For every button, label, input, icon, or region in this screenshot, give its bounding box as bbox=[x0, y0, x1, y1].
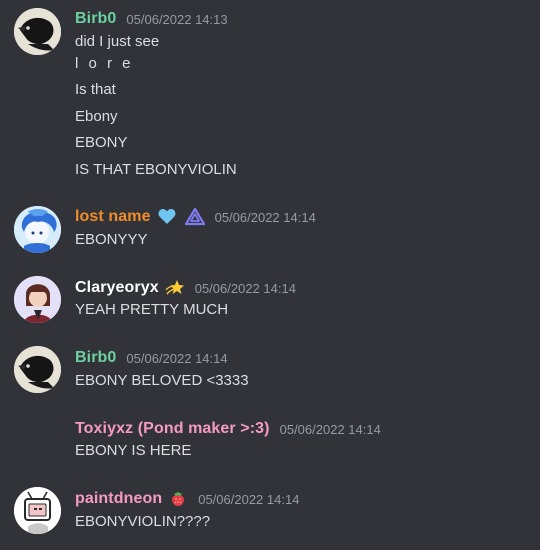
username[interactable]: Toxiyxz (Pond maker >:3) bbox=[75, 420, 270, 438]
dizzy-star-icon bbox=[165, 280, 184, 295]
strawberry-icon bbox=[172, 492, 185, 506]
triangle-icon bbox=[184, 207, 205, 226]
avatar[interactable] bbox=[14, 487, 61, 534]
username[interactable]: paintdneon bbox=[75, 490, 162, 508]
message-text: EBONY bbox=[75, 134, 128, 151]
message-text: EBONY BELOVED <3333 bbox=[75, 372, 249, 389]
avatar[interactable] bbox=[14, 276, 61, 323]
message-text: did I just see bbox=[75, 33, 160, 50]
message-text: EBONYYY bbox=[75, 231, 148, 248]
message-text: l o r e bbox=[75, 55, 134, 72]
username[interactable]: lost name bbox=[75, 208, 151, 226]
username[interactable]: Birb0 bbox=[75, 349, 116, 367]
avatar[interactable] bbox=[14, 206, 61, 253]
blue-heart-icon bbox=[158, 209, 176, 224]
timestamp: 05/06/2022 14:14 bbox=[126, 350, 228, 366]
avatar[interactable] bbox=[14, 8, 61, 55]
message-text: IS THAT EBONYVIOLIN bbox=[75, 161, 237, 178]
timestamp: 05/06/2022 14:14 bbox=[279, 421, 381, 437]
message-text: EBONY IS HERE bbox=[75, 442, 192, 459]
timestamp: 05/06/2022 14:14 bbox=[198, 491, 300, 507]
blue-hair-avatar-icon bbox=[14, 206, 61, 253]
crow-avatar-icon bbox=[14, 8, 61, 55]
message-text: YEAH PRETTY MUCH bbox=[75, 301, 229, 318]
timestamp: 05/06/2022 14:14 bbox=[214, 209, 316, 225]
username[interactable]: Birb0 bbox=[75, 10, 116, 28]
crow-avatar-icon bbox=[14, 346, 61, 393]
timestamp: 05/06/2022 14:14 bbox=[194, 280, 296, 296]
message-text: Is that bbox=[75, 81, 116, 98]
brown-hair-avatar-icon bbox=[14, 276, 61, 323]
timestamp: 05/06/2022 14:13 bbox=[126, 11, 228, 27]
avatar[interactable] bbox=[14, 346, 61, 393]
message-text: Ebony bbox=[75, 108, 118, 125]
tv-head-avatar-icon bbox=[14, 487, 61, 534]
message-text: EBONYVIOLIN???? bbox=[75, 513, 211, 530]
username[interactable]: Claryeoryx bbox=[75, 279, 159, 297]
